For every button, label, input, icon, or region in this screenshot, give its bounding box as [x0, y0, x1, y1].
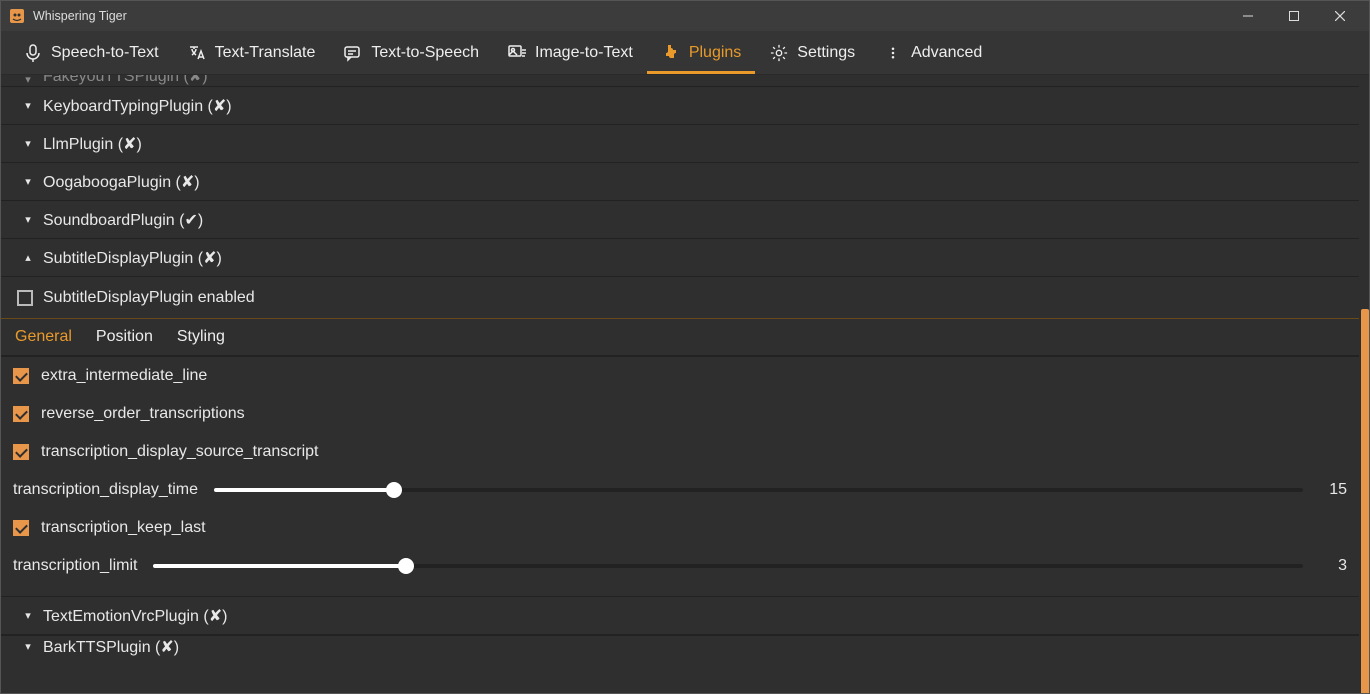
- plugin-name: SubtitleDisplayPlugin (✘): [43, 248, 222, 268]
- slider-value: 15: [1319, 481, 1347, 499]
- option-checkbox-row: reverse_order_transcriptions: [1, 395, 1359, 433]
- dots-icon: [883, 43, 903, 63]
- plugin-name: BarkTTSPlugin (✘): [43, 637, 179, 657]
- speech-icon: [343, 43, 363, 63]
- plugin-row[interactable]: ▾ LlmPlugin (✘): [1, 125, 1359, 163]
- subtab-position[interactable]: Position: [94, 322, 155, 352]
- chevron-down-icon: ▾: [21, 99, 35, 112]
- slider-track[interactable]: [214, 488, 1303, 492]
- tab-plugins[interactable]: Plugins: [647, 33, 755, 74]
- window-controls: [1225, 1, 1363, 31]
- tab-image-to-text[interactable]: Image-to-Text: [493, 33, 647, 74]
- chevron-down-icon: ▾: [21, 640, 35, 653]
- plugin-enable-row: SubtitleDisplayPlugin enabled: [1, 277, 1359, 319]
- tab-label: Image-to-Text: [535, 44, 633, 62]
- plugin-icon: [661, 43, 681, 63]
- window-title: Whispering Tiger: [33, 9, 127, 23]
- plugin-row[interactable]: ▴ SubtitleDisplayPlugin (✘): [1, 239, 1359, 277]
- chevron-down-icon: ▾: [21, 609, 35, 622]
- app-icon: [9, 8, 25, 24]
- divider: [1, 585, 1359, 597]
- slider-thumb[interactable]: [398, 558, 414, 574]
- slider-value: 3: [1319, 557, 1347, 575]
- option-label: transcription_display_source_transcript: [41, 443, 318, 461]
- image-text-icon: [507, 43, 527, 63]
- content-area: ▾ FakeyouTTSPlugin (✘) ▾ KeyboardTypingPl…: [1, 75, 1369, 693]
- tab-advanced[interactable]: Advanced: [869, 33, 996, 74]
- gear-icon: [769, 43, 789, 63]
- enable-checkbox[interactable]: [17, 290, 33, 306]
- option-slider-row: transcription_display_time 15: [1, 471, 1359, 509]
- plugin-row[interactable]: ▾ OogaboogaPlugin (✘): [1, 163, 1359, 201]
- option-label: transcription_keep_last: [41, 519, 206, 537]
- plugin-name: FakeyouTTSPlugin (✘): [43, 75, 208, 86]
- tab-label: Plugins: [689, 44, 741, 62]
- plugin-row[interactable]: ▾ SoundboardPlugin (✔): [1, 201, 1359, 239]
- plugin-row[interactable]: ▾ KeyboardTypingPlugin (✘): [1, 87, 1359, 125]
- close-button[interactable]: [1317, 1, 1363, 31]
- checkbox[interactable]: [13, 520, 29, 536]
- plugin-name: TextEmotionVrcPlugin (✘): [43, 606, 227, 626]
- enable-label: SubtitleDisplayPlugin enabled: [43, 289, 255, 307]
- option-label: transcription_limit: [13, 557, 137, 575]
- checkbox[interactable]: [13, 368, 29, 384]
- app-window: Whispering Tiger Speech-to-Text Text-Tra…: [0, 0, 1370, 694]
- option-checkbox-row: extra_intermediate_line: [1, 357, 1359, 395]
- scrollbar-thumb[interactable]: [1361, 309, 1369, 693]
- maximize-button[interactable]: [1271, 1, 1317, 31]
- main-tabbar: Speech-to-Text Text-Translate Text-to-Sp…: [1, 31, 1369, 75]
- titlebar-left: Whispering Tiger: [9, 8, 127, 24]
- chevron-down-icon: ▾: [21, 137, 35, 150]
- option-slider-row: transcription_limit 3: [1, 547, 1359, 585]
- tab-text-to-speech[interactable]: Text-to-Speech: [329, 33, 493, 74]
- tab-label: Text-Translate: [215, 44, 316, 62]
- slider-track[interactable]: [153, 564, 1303, 568]
- plugin-row[interactable]: ▾ TextEmotionVrcPlugin (✘): [1, 597, 1359, 635]
- checkbox[interactable]: [13, 406, 29, 422]
- tab-label: Advanced: [911, 44, 982, 62]
- option-label: extra_intermediate_line: [41, 367, 207, 385]
- tab-label: Settings: [797, 44, 855, 62]
- plugin-row-truncated-bottom[interactable]: ▾ BarkTTSPlugin (✘): [1, 635, 1359, 657]
- chevron-down-icon: ▾: [21, 213, 35, 226]
- plugin-subtabbar: General Position Styling: [1, 319, 1359, 357]
- option-label: transcription_display_time: [13, 481, 198, 499]
- slider-thumb[interactable]: [386, 482, 402, 498]
- option-checkbox-row: transcription_display_source_transcript: [1, 433, 1359, 471]
- mic-icon: [23, 43, 43, 63]
- translate-icon: [187, 43, 207, 63]
- tab-speech-to-text[interactable]: Speech-to-Text: [9, 33, 173, 74]
- tab-label: Speech-to-Text: [51, 44, 159, 62]
- tab-settings[interactable]: Settings: [755, 33, 869, 74]
- minimize-button[interactable]: [1225, 1, 1271, 31]
- tab-text-translate[interactable]: Text-Translate: [173, 33, 330, 74]
- subtab-general[interactable]: General: [13, 322, 74, 352]
- titlebar: Whispering Tiger: [1, 1, 1369, 31]
- plugin-name: OogaboogaPlugin (✘): [43, 172, 200, 192]
- subtab-styling[interactable]: Styling: [175, 322, 227, 352]
- plugin-name: KeyboardTypingPlugin (✘): [43, 96, 232, 116]
- plugin-name: SoundboardPlugin (✔): [43, 210, 203, 230]
- plugin-list-scroll[interactable]: ▾ FakeyouTTSPlugin (✘) ▾ KeyboardTypingPl…: [1, 75, 1359, 689]
- plugin-name: LlmPlugin (✘): [43, 134, 142, 154]
- chevron-down-icon: ▾: [21, 75, 35, 86]
- tab-label: Text-to-Speech: [371, 44, 479, 62]
- chevron-up-icon: ▴: [21, 251, 35, 264]
- slider-fill: [214, 488, 394, 492]
- slider-fill: [153, 564, 406, 568]
- chevron-down-icon: ▾: [21, 175, 35, 188]
- option-label: reverse_order_transcriptions: [41, 405, 245, 423]
- checkbox[interactable]: [13, 444, 29, 460]
- option-checkbox-row: transcription_keep_last: [1, 509, 1359, 547]
- plugin-row-truncated-top[interactable]: ▾ FakeyouTTSPlugin (✘): [1, 75, 1359, 87]
